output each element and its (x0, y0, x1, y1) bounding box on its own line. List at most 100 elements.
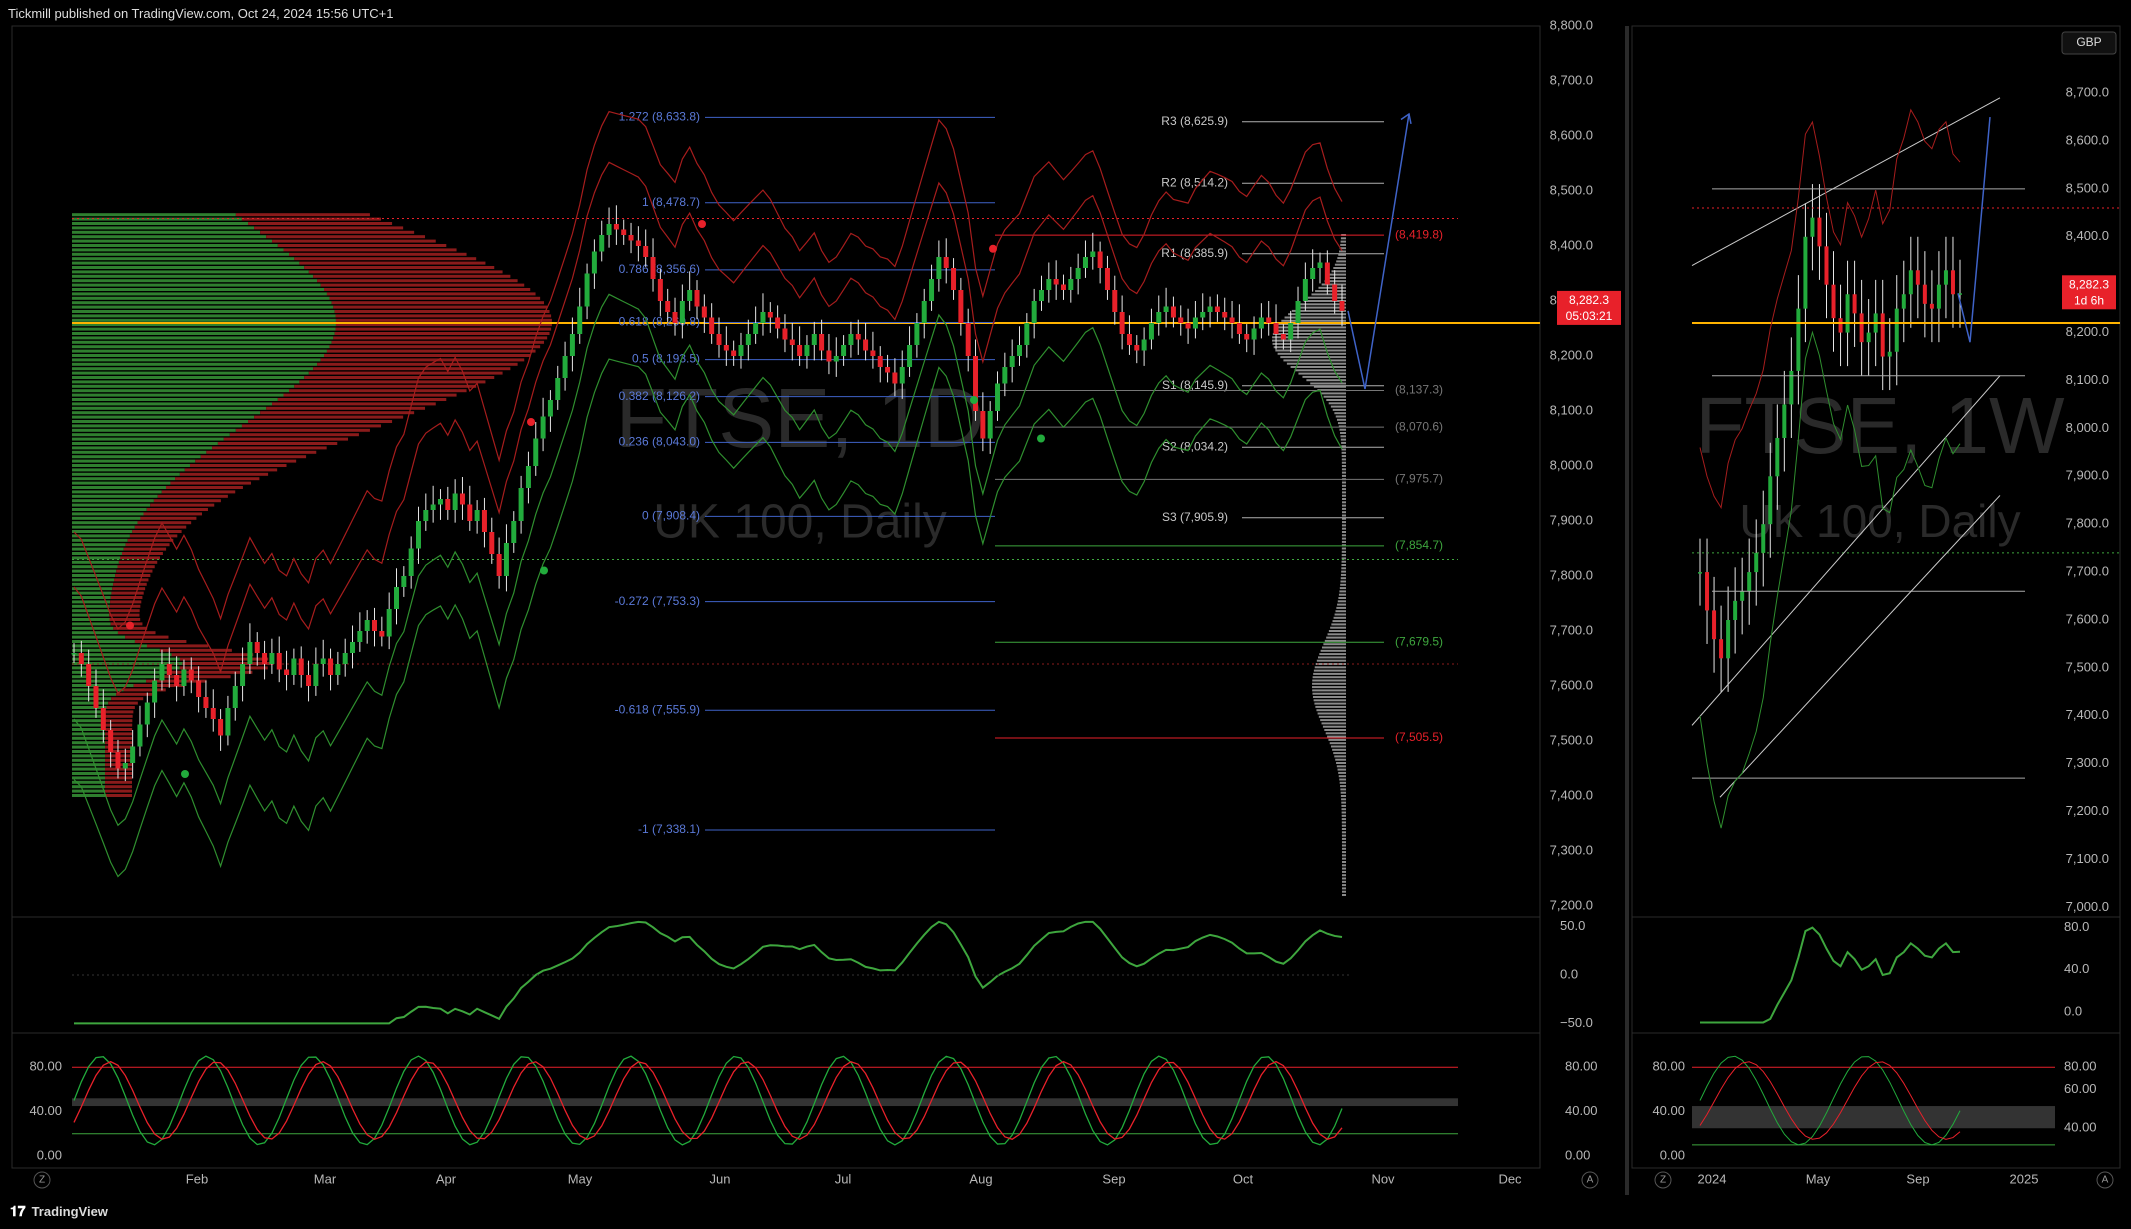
weekly-countdown: 1d 6h (2074, 293, 2104, 307)
right-profile-bar (1341, 564, 1346, 566)
candle-body (811, 334, 817, 345)
daily-watermark-title: FTSE, 1D (616, 371, 985, 465)
weekly-candle-body (1915, 270, 1920, 285)
daily-y-tick: 8,000.0 (1550, 457, 1593, 472)
right-profile-bar (1341, 474, 1346, 477)
profile-bar-up (72, 763, 106, 767)
candle-body (980, 411, 986, 439)
profile-bar-up (72, 736, 106, 740)
weekly-y-tick: 7,700.0 (2066, 564, 2109, 579)
candle-body (247, 642, 253, 664)
right-profile-bar (1341, 867, 1346, 870)
profile-bar-up (72, 516, 141, 520)
profile-bar-down (118, 560, 158, 564)
weekly-candle-body (1845, 294, 1850, 333)
candle-body (1280, 334, 1286, 340)
right-profile-bar (1312, 689, 1346, 692)
profile-bar-up (72, 565, 118, 569)
signal-dot (1037, 434, 1045, 443)
weekly-y-tick: 7,000.0 (2066, 899, 2109, 914)
profile-bar-up (72, 648, 160, 652)
candle-body (203, 697, 209, 708)
weekly-axis-button-label: Z (1660, 1175, 1666, 1186)
profile-bar-down (127, 538, 174, 542)
profile-bar-down (277, 398, 447, 401)
daily-x-tick: Apr (436, 1171, 457, 1186)
candle-body (1200, 312, 1206, 318)
right-profile-bar (1341, 821, 1346, 824)
candle-body (848, 334, 854, 345)
daily-rsi-tick: 0.0 (1560, 966, 1578, 981)
candle-body (71, 653, 77, 655)
right-profile-bar (1341, 468, 1346, 471)
candle-body (218, 719, 224, 736)
right-profile-bar (1339, 587, 1346, 590)
candle-body (1288, 323, 1294, 340)
candle-body (503, 543, 509, 576)
profile-bar-up (72, 468, 185, 472)
profile-bar-up (72, 710, 106, 714)
profile-bar-up (72, 684, 134, 687)
candle-body (393, 587, 399, 609)
candle-body (401, 576, 407, 587)
right-profile-bar (1283, 359, 1346, 362)
daily-y-tick: 7,600.0 (1550, 677, 1593, 692)
profile-bar-down (333, 336, 548, 340)
fib-level-label: -1 (7,338.1) (638, 822, 700, 836)
profile-bar-up (72, 450, 207, 454)
pivot-label: R2 (8,514.2) (1161, 175, 1228, 189)
right-profile-bar (1341, 494, 1346, 497)
profile-bar-down (277, 244, 447, 247)
profile-bar-up (72, 314, 336, 318)
profile-bar-up (72, 560, 119, 564)
right-profile-bar (1341, 844, 1346, 847)
weekly-y-tick: 7,600.0 (2066, 611, 2109, 626)
chart-canvas[interactable]: FTSE, 1D UK 100, Daily 8,800.0 8,700.0 8,600… (0, 0, 2131, 1229)
profile-bar-down (179, 472, 269, 476)
profile-bar-down (289, 252, 467, 256)
profile-bar-up (72, 244, 278, 247)
profile-bar-down (153, 499, 221, 503)
candle-body (144, 702, 150, 725)
weekly-candle-body (1698, 572, 1702, 574)
level-label: (7,854.7) (1395, 538, 1443, 552)
right-profile-bar (1337, 600, 1346, 603)
right-profile-bar (1341, 880, 1346, 883)
candle-body (745, 334, 751, 345)
profile-bar-down (260, 230, 415, 234)
weekly-x-tick: 2025 (2010, 1171, 2039, 1186)
profile-bar-up (72, 362, 318, 366)
daily-y-tick: 7,800.0 (1550, 567, 1593, 582)
candle-body (767, 312, 773, 318)
weekly-candle-body (1859, 313, 1864, 343)
candle-body (753, 323, 759, 334)
candle-body (628, 235, 634, 241)
daily-y-tick: 7,500.0 (1550, 732, 1593, 747)
right-profile-bar (1320, 649, 1346, 652)
daily-stoch-tick-right: 0.00 (1565, 1147, 1590, 1162)
profile-bar-up (72, 534, 130, 538)
weekly-candle-body (1831, 284, 1836, 319)
right-profile-bar (1339, 781, 1346, 784)
right-profile-bar (1290, 366, 1346, 368)
right-profile-bar (1341, 481, 1346, 484)
candle-body (936, 257, 942, 279)
profile-bar-down (171, 653, 254, 657)
profile-bar-down (112, 587, 146, 591)
candle-body (1214, 306, 1220, 312)
profile-bar-up (72, 679, 147, 683)
right-profile-bar (1310, 382, 1346, 385)
daily-x-tick: Mar (314, 1171, 337, 1186)
profile-bar-down (146, 508, 208, 511)
right-profile-bar (1315, 705, 1346, 708)
right-profile-bar (1322, 725, 1346, 728)
weekly-candle-body (1740, 591, 1745, 601)
daily-y-tick: 7,400.0 (1550, 787, 1593, 802)
candle-body (1332, 284, 1338, 301)
candle-body (357, 631, 363, 642)
right-profile-bar (1341, 861, 1346, 863)
signal-dot (181, 770, 189, 778)
right-profile-bar (1340, 795, 1346, 797)
weekly-x-tick: 2024 (1698, 1171, 1727, 1186)
daily-stoch-tick-right: 80.00 (1565, 1059, 1598, 1074)
